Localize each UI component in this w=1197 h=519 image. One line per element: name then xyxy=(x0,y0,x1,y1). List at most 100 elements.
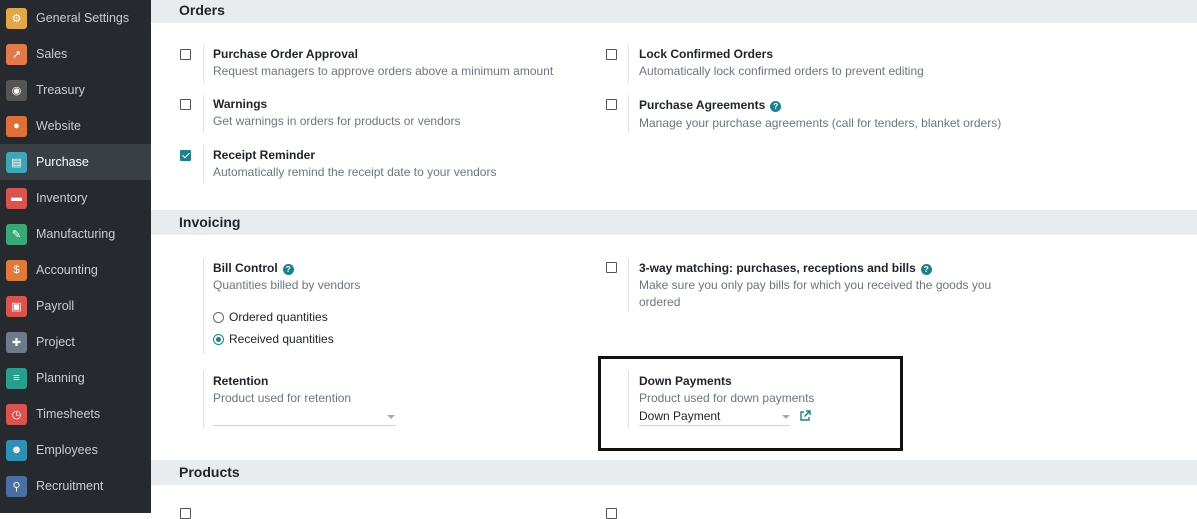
stopwatch-icon: ◷ xyxy=(6,403,27,425)
sidebar-item-label: Employees xyxy=(36,443,98,457)
setting-divider xyxy=(628,258,629,312)
sidebar-item-treasury[interactable]: ◉ Treasury xyxy=(0,72,151,108)
help-icon[interactable]: ? xyxy=(770,101,782,112)
retention-title: Retention xyxy=(213,374,269,388)
three-way-matching-label: 3-way matching: purchases, receptions an… xyxy=(639,261,916,275)
help-icon[interactable]: ? xyxy=(282,264,294,275)
sidebar-item-label: Payroll xyxy=(36,299,75,313)
warnings-checkbox[interactable] xyxy=(180,99,191,110)
sidebar-item-label: Inventory xyxy=(36,191,88,205)
sidebar-item-label: Purchase xyxy=(36,155,89,169)
sidebar-item-employees[interactable]: ☻ Employees xyxy=(0,432,151,468)
people-icon: ☻ xyxy=(6,439,27,461)
receipt-reminder-title: Receipt Reminder xyxy=(213,148,316,162)
chart-icon: ↗ xyxy=(6,43,27,65)
sidebar-item-website[interactable]: ● Website xyxy=(0,108,151,144)
sidebar-item-label: Recruitment xyxy=(36,479,104,493)
external-link-icon[interactable] xyxy=(799,410,811,422)
ordered-quantities-label[interactable]: Ordered quantities xyxy=(229,310,328,324)
setting-divider xyxy=(203,145,204,183)
sidebar-item-timesheets[interactable]: ◷ Timesheets xyxy=(0,396,151,432)
sidebar-item-label: Website xyxy=(36,119,81,133)
sidebar-item-purchase[interactable]: ▤ Purchase xyxy=(0,144,151,180)
down-payments-desc: Product used for down payments xyxy=(639,391,815,405)
help-icon[interactable]: ? xyxy=(920,264,932,275)
sidebar-item-inventory[interactable]: ▬ Inventory xyxy=(0,180,151,216)
sidebar-item-planning[interactable]: ≡ Planning xyxy=(0,360,151,396)
sidebar-item-general-settings[interactable]: ⚙ General Settings xyxy=(0,0,151,36)
setting-divider xyxy=(203,258,204,354)
setting-divider xyxy=(628,370,629,428)
box-icon: ▬ xyxy=(6,187,27,209)
lock-confirmed-orders-checkbox[interactable] xyxy=(606,49,617,60)
bill-control-desc: Quantities billed by vendors xyxy=(213,278,361,292)
settings-main: Orders Purchase Order Approval Request m… xyxy=(151,0,1197,519)
sidebar-item-accounting[interactable]: $ Accounting xyxy=(0,252,151,288)
payroll-icon: ▣ xyxy=(6,295,27,317)
down-payments-title: Down Payments xyxy=(639,374,732,388)
receipt-reminder-desc: Automatically remind the receipt date to… xyxy=(213,165,497,179)
sidebar-item-label: Treasury xyxy=(36,83,85,97)
purchase-agreements-label: Purchase Agreements xyxy=(639,98,766,112)
sidebar-item-label: Planning xyxy=(36,371,85,385)
retention-product-select[interactable] xyxy=(213,408,396,426)
down-payment-product-value: Down Payment xyxy=(639,409,721,423)
receipt-reminder-checkbox[interactable] xyxy=(180,150,191,161)
received-quantities-label[interactable]: Received quantities xyxy=(229,332,334,346)
sidebar-item-manufacturing[interactable]: ✎ Manufacturing xyxy=(0,216,151,252)
sidebar-item-label: Accounting xyxy=(36,263,98,277)
sidebar-item-recruitment[interactable]: ⚲ Recruitment xyxy=(0,468,151,504)
section-header-invoicing: Invoicing xyxy=(151,210,1197,235)
select-underline xyxy=(213,425,396,426)
sidebar-item-label: Project xyxy=(36,335,75,349)
setting-divider xyxy=(203,370,204,428)
received-quantities-radio[interactable] xyxy=(213,334,224,345)
warnings-title: Warnings xyxy=(213,97,268,111)
wrench-icon: ✎ xyxy=(6,223,27,245)
sidebar-item-label: General Settings xyxy=(36,11,130,25)
planning-icon: ≡ xyxy=(6,367,27,389)
retention-desc: Product used for retention xyxy=(213,391,352,405)
purchase-agreements-checkbox[interactable] xyxy=(606,99,617,110)
magnifier-icon: ⚲ xyxy=(6,475,27,497)
card-icon: ▤ xyxy=(6,151,27,173)
section-header-orders: Orders xyxy=(151,0,1197,23)
sidebar-item-label: Manufacturing xyxy=(36,227,116,241)
down-payment-product-select[interactable]: Down Payment xyxy=(639,408,790,426)
eye-icon: ◉ xyxy=(6,79,27,101)
chevron-down-icon xyxy=(782,415,790,419)
globe-icon: ● xyxy=(6,115,27,137)
sidebar-item-label: Sales xyxy=(36,47,68,61)
three-way-matching-desc-2: ordered xyxy=(639,295,681,309)
products-checkbox[interactable] xyxy=(180,508,191,519)
sidebar-item-sales[interactable]: ↗ Sales xyxy=(0,36,151,72)
select-underline xyxy=(639,425,790,426)
setting-divider xyxy=(628,95,629,133)
purchase-order-approval-desc: Request managers to approve orders above… xyxy=(213,64,554,78)
three-way-matching-desc-1: Make sure you only pay bills for which y… xyxy=(639,278,992,292)
three-way-matching-title: 3-way matching: purchases, receptions an… xyxy=(639,261,932,275)
sidebar-item-payroll[interactable]: ▣ Payroll xyxy=(0,288,151,324)
sidebar: ⚙ General Settings ↗ Sales ◉ Treasury ● … xyxy=(0,0,151,513)
warnings-desc: Get warnings in orders for products or v… xyxy=(213,114,461,128)
puzzle-icon: ✚ xyxy=(6,331,27,353)
sidebar-item-label: Timesheets xyxy=(36,407,101,421)
gear-icon: ⚙ xyxy=(6,7,27,29)
purchase-agreements-desc: Manage your purchase agreements (call fo… xyxy=(639,116,1002,130)
ordered-quantities-radio[interactable] xyxy=(213,312,224,323)
lock-confirmed-orders-title: Lock Confirmed Orders xyxy=(639,47,774,61)
chevron-down-icon xyxy=(387,415,395,419)
three-way-matching-checkbox[interactable] xyxy=(606,262,617,273)
sidebar-item-project[interactable]: ✚ Project xyxy=(0,324,151,360)
bill-control-label: Bill Control xyxy=(213,261,278,275)
bill-control-title: Bill Control? xyxy=(213,261,294,275)
ledger-icon: $ xyxy=(6,259,27,281)
purchase-agreements-title: Purchase Agreements? xyxy=(639,98,782,112)
setting-divider xyxy=(203,95,204,133)
setting-divider xyxy=(628,45,629,83)
section-header-products: Products xyxy=(151,460,1197,485)
purchase-order-approval-checkbox[interactable] xyxy=(180,49,191,60)
products-checkbox[interactable] xyxy=(606,508,617,519)
setting-divider xyxy=(203,45,204,83)
purchase-order-approval-title: Purchase Order Approval xyxy=(213,47,358,61)
